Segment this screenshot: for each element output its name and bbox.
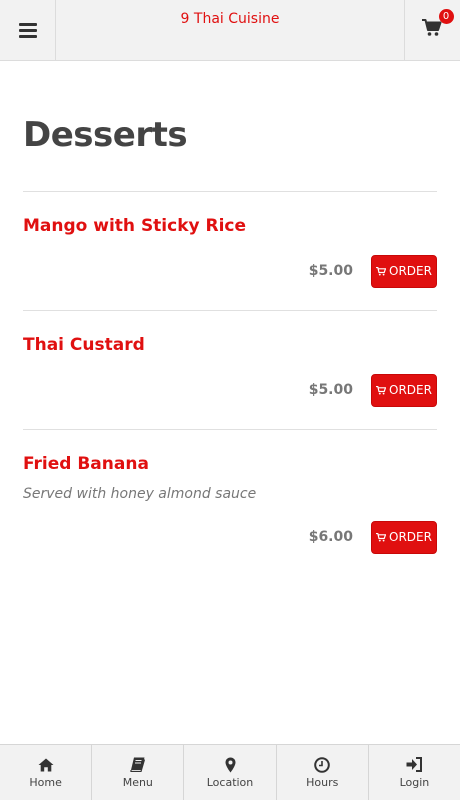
page-title: Desserts [23, 115, 188, 155]
menu-button[interactable] [0, 0, 56, 60]
order-label: ORDER [389, 264, 432, 278]
cart-icon [376, 532, 387, 541]
item-order-row: $5.00 ORDER [23, 373, 437, 407]
item-description: Served with honey almond sauce [23, 486, 257, 502]
item-name[interactable]: Mango with Sticky Rice [23, 216, 437, 236]
order-button[interactable]: ORDER [371, 373, 437, 407]
item-name[interactable]: Fried Banana [23, 454, 437, 474]
map-marker-icon [225, 757, 235, 772]
sign-in-icon [406, 757, 422, 772]
cart-icon [421, 19, 441, 36]
nav-location[interactable]: Location [184, 745, 277, 800]
order-button[interactable]: ORDER [371, 254, 437, 288]
nav-hours-label: Hours [306, 776, 339, 789]
cart-icon [376, 385, 387, 394]
nav-login-label: Login [399, 776, 430, 789]
order-label: ORDER [389, 530, 432, 544]
bottom-nav: Home Menu Location Hours Login [0, 744, 460, 800]
nav-location-label: Location [206, 776, 254, 789]
order-button[interactable]: ORDER [371, 520, 437, 554]
item-order-row: $6.00 ORDER [23, 520, 437, 554]
item-name[interactable]: Thai Custard [23, 335, 437, 355]
cart-button[interactable]: 0 [404, 0, 460, 60]
menu-content: Desserts Mango with Sticky Rice $5.00 OR… [23, 61, 437, 576]
cart-icon [376, 266, 387, 275]
book-icon [130, 757, 146, 772]
nav-menu-label: Menu [122, 776, 153, 789]
nav-menu[interactable]: Menu [92, 745, 185, 800]
nav-home[interactable]: Home [0, 745, 93, 800]
nav-home-label: Home [29, 776, 62, 789]
clock-icon [314, 756, 331, 773]
item-price: $5.00 [308, 263, 353, 279]
menu-item: Thai Custard $5.00 ORDER [23, 311, 437, 430]
top-bar: 9 Thai Cuisine 0 [0, 0, 460, 61]
hamburger-icon [18, 20, 37, 41]
nav-login[interactable]: Login [369, 745, 460, 800]
item-price: $5.00 [308, 382, 353, 398]
item-price: $6.00 [308, 529, 353, 545]
nav-hours[interactable]: Hours [277, 745, 369, 800]
order-label: ORDER [389, 383, 432, 397]
home-icon [38, 758, 54, 771]
app-title[interactable]: 9 Thai Cuisine [56, 11, 404, 27]
menu-item: Mango with Sticky Rice $5.00 ORDER [23, 192, 437, 311]
cart-count-badge: 0 [438, 9, 454, 24]
menu-item: Fried Banana Served with honey almond sa… [23, 430, 437, 554]
item-order-row: $5.00 ORDER [23, 254, 437, 288]
